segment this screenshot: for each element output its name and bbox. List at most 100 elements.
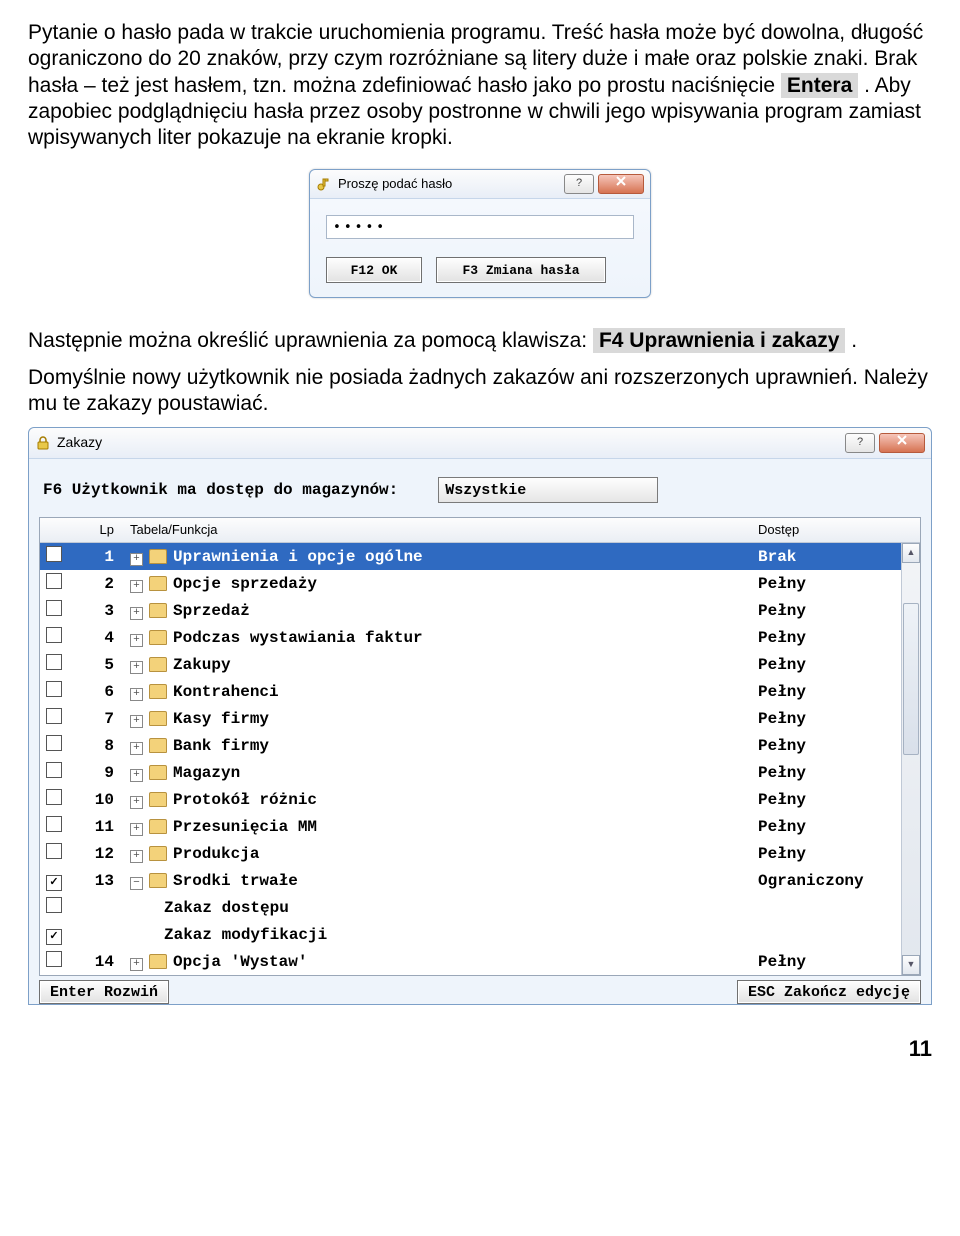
row-access: Pełny [758,790,898,810]
row-checkbox[interactable] [46,627,62,643]
paragraph-2: Następnie można określić uprawnienia za … [28,328,932,354]
scroll-thumb[interactable] [903,603,919,755]
scrollbar[interactable]: ▲ ▼ [901,543,920,975]
row-checkbox[interactable] [46,681,62,697]
row-checkbox[interactable]: ✓ [46,929,62,945]
row-checkbox[interactable] [46,843,62,859]
enter-expand-button[interactable]: Enter Rozwiń [39,980,169,1004]
table-row[interactable]: ✓Zakaz modyfikacji [40,921,920,948]
password-input[interactable] [326,215,634,239]
scroll-up-button[interactable]: ▲ [902,543,920,563]
f6-label: F6 Użytkownik ma dostęp do magazynów: [43,480,398,500]
row-label: Produkcja [173,845,259,863]
tree-expander[interactable]: + [130,661,143,674]
row-checkbox[interactable] [46,816,62,832]
zakazy-close-button[interactable] [879,433,925,453]
row-access: Ograniczony [758,871,898,891]
f12-ok-button[interactable]: F12 OK [326,257,422,283]
table-row[interactable]: 4 + Podczas wystawiania faktur Pełny [40,624,920,651]
tree-expander[interactable]: + [130,607,143,620]
table-row[interactable]: 3+SprzedażPełny [40,597,920,624]
zakazy-help-button[interactable]: ? [845,433,875,453]
row-access: Pełny [758,763,898,783]
row-checkbox[interactable] [46,654,62,670]
row-access: Brak [758,547,898,567]
tree-expander[interactable]: − [130,877,143,890]
row-checkbox[interactable] [46,762,62,778]
lock-icon [35,435,51,451]
esc-end-edit-button[interactable]: ESC Zakończ edycję [737,980,921,1004]
row-label: Uprawnienia i opcje ogólne [173,548,423,566]
help-button[interactable]: ? [564,174,594,194]
row-label-cell: + Produkcja [124,844,758,864]
row-checkbox[interactable] [46,897,62,913]
row-checkbox[interactable] [46,789,62,805]
paragraph-1: Pytanie o hasło pada w trakcie uruchomie… [28,20,932,151]
table-row[interactable]: 5+ZakupyPełny [40,651,920,678]
tree-expander[interactable]: + [130,634,143,647]
tree-expander[interactable]: + [130,823,143,836]
row-checkbox[interactable] [46,573,62,589]
tree-expander[interactable]: + [130,796,143,809]
folder-icon [149,765,167,780]
row-label: Protokół różnic [173,791,317,809]
row-label: Przesunięcia MM [173,818,317,836]
row-checkbox[interactable] [46,546,62,562]
tree-expander[interactable]: + [130,553,143,566]
row-checkbox[interactable] [46,735,62,751]
row-checkbox[interactable] [46,951,62,967]
password-dialog-body: F12 OK F3 Zmiana hasła [310,199,650,297]
row-checkbox[interactable]: ✓ [46,875,62,891]
row-access: Pełny [758,574,898,594]
table-row[interactable]: 9+MagazynPełny [40,759,920,786]
row-lp: 10 [68,790,124,810]
row-lp: 2 [68,574,124,594]
row-label-cell: +Zakupy [124,655,758,675]
tree-expander[interactable]: + [130,769,143,782]
zakazy-grid: Lp Tabela/Funkcja Dostęp 1+Uprawnienia i… [39,517,921,976]
row-label: Kasy firmy [173,710,269,728]
password-dialog: Proszę podać hasło ? F12 OK F3 Zmiana ha… [309,169,651,298]
tree-expander[interactable]: + [130,580,143,593]
row-checkbox[interactable] [46,600,62,616]
table-row[interactable]: 12+ProdukcjaPełny [40,840,920,867]
table-row[interactable]: 8+Bank firmyPełny [40,732,920,759]
tree-expander[interactable]: + [130,715,143,728]
tree-expander[interactable]: + [130,742,143,755]
col-lp-header: Lp [68,522,124,538]
folder-icon [149,603,167,618]
col-ds-header: Dostęp [758,522,898,538]
folder-icon [149,738,167,753]
table-row[interactable]: 11+Przesunięcia MMPełny [40,813,920,840]
folder-icon [149,792,167,807]
table-row[interactable]: 2+Opcje sprzedażyPełny [40,570,920,597]
close-button[interactable] [598,174,644,194]
zakazy-toolbar: F6 Użytkownik ma dostęp do magazynów: [29,459,931,517]
row-label-cell: +Magazyn [124,763,758,783]
table-row[interactable]: 1+Uprawnienia i opcje ogólneBrak [40,543,920,570]
table-row[interactable]: 14+Opcja 'Wystaw'Pełny [40,948,920,975]
row-lp: 14 [68,952,124,972]
zakazy-footer: Enter Rozwiń ESC Zakończ edycję [39,980,921,1004]
password-dialog-title: Proszę podać hasło [338,176,560,192]
row-checkbox[interactable] [46,708,62,724]
f3-change-password-button[interactable]: F3 Zmiana hasła [436,257,606,283]
scroll-down-button[interactable]: ▼ [902,955,920,975]
row-label: Podczas wystawiania faktur [173,629,423,647]
table-row[interactable]: 6+KontrahenciPełny [40,678,920,705]
tree-expander[interactable]: + [130,688,143,701]
row-label-cell: − Srodki trwałe [124,871,758,891]
row-label: Srodki trwałe [173,872,298,890]
row-lp: 4 [68,628,124,648]
row-access: Pełny [758,628,898,648]
table-row[interactable]: 10 + Protokół różnic Pełny [40,786,920,813]
row-label: Bank firmy [173,737,269,755]
table-row[interactable]: 7+Kasy firmyPełny [40,705,920,732]
folder-icon [149,657,167,672]
row-label-cell: +Kontrahenci [124,682,758,702]
table-row[interactable]: Zakaz dostępu [40,894,920,921]
tree-expander[interactable]: + [130,850,143,863]
magazyn-dropdown[interactable] [438,477,658,503]
table-row[interactable]: ✓13−Srodki trwałeOgraniczony [40,867,920,894]
tree-expander[interactable]: + [130,958,143,971]
